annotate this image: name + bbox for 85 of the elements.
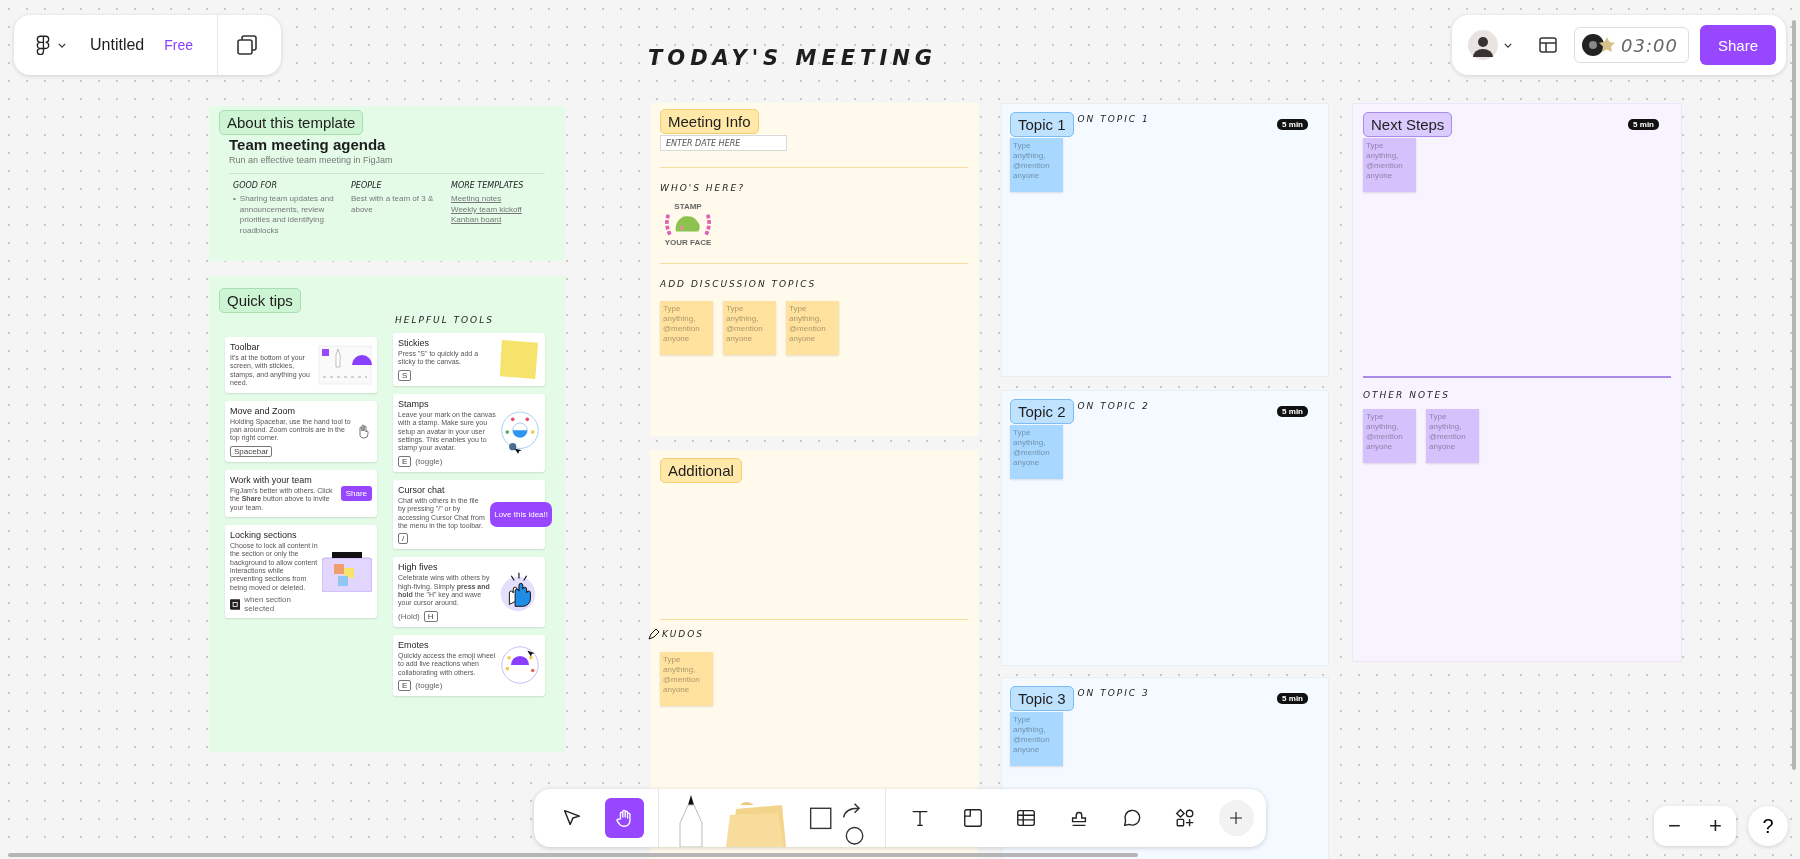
card-title: Stamps <box>398 398 429 409</box>
template-subtitle: Run an effective team meeting in FigJam <box>229 155 393 165</box>
time-badge: 5 min <box>1628 119 1659 130</box>
section-heading: ON TOPIC 1 <box>1077 114 1150 124</box>
share-button-drawing: Share <box>340 485 372 501</box>
shortcut-note: (toggle) <box>415 681 443 691</box>
section-label[interactable]: Additional <box>660 458 742 483</box>
stamp-wheel-drawing <box>500 409 540 456</box>
caret-icon[interactable] <box>58 42 66 48</box>
help-button[interactable]: ? <box>1748 806 1788 846</box>
key-cap: H <box>423 610 438 622</box>
locked-section-drawing <box>322 551 372 592</box>
card-title: Stickies <box>398 338 429 348</box>
zoom-out-button[interactable]: − <box>1662 813 1687 839</box>
section-heading: ON TOPIC 3 <box>1077 688 1150 698</box>
section-heading: ON TOPIC 2 <box>1077 401 1150 411</box>
card-title: Cursor chat <box>398 484 445 495</box>
bullet-marker: • <box>233 194 236 206</box>
time-badge: 5 min <box>1277 119 1308 130</box>
section-heading: WHO'S HERE? <box>660 183 745 193</box>
key-cap: S <box>398 369 412 381</box>
section-label[interactable]: About this template <box>219 110 364 135</box>
card-title: Work with your team <box>230 474 312 485</box>
time-badge: 5 min <box>1277 406 1308 417</box>
template-link[interactable]: Kanban board <box>451 215 551 226</box>
sticky-note-drawing <box>498 338 540 381</box>
key-cap: Spacebar <box>230 445 273 457</box>
section-label[interactable]: Topic 2 <box>1010 399 1074 424</box>
section-icon <box>961 807 984 829</box>
key-cap: E <box>398 680 412 692</box>
plus-tool[interactable] <box>1218 800 1254 836</box>
key-cap: E <box>398 455 412 467</box>
column-heading: PEOPLE <box>351 181 383 192</box>
card-title: Toolbar <box>230 342 260 352</box>
section-label[interactable]: Topic 1 <box>1010 112 1074 137</box>
shortcut-note: (Hold) <box>398 611 420 621</box>
sticker-text: YOUR FACE <box>664 239 712 247</box>
emote-wheel-drawing <box>500 645 540 686</box>
music-disc-icon <box>1581 33 1617 57</box>
vertical-scrollbar[interactable] <box>1792 20 1796 770</box>
bullet-text: Sharing team updates and announcements, review priorities and identifying roadblocks <box>239 194 335 236</box>
column-heading: HELPFUL TOOLS <box>395 315 495 325</box>
column-heading: GOOD FOR <box>233 181 278 192</box>
avatar[interactable] <box>1468 30 1498 60</box>
date-field[interactable]: ENTER DATE HERE <box>660 135 787 151</box>
template-link[interactable]: Meeting notes <box>451 194 551 205</box>
share-button[interactable]: Share <box>1699 25 1776 65</box>
hand-tool[interactable] <box>605 798 645 838</box>
card-title: Emotes <box>398 639 429 650</box>
pen-cursor-icon <box>648 628 660 640</box>
plan-label[interactable]: Free <box>164 37 194 53</box>
shortcut-note: (toggle) <box>415 456 443 466</box>
layout-icon[interactable] <box>1538 35 1558 55</box>
column-heading: MORE TEMPLATES <box>451 181 525 192</box>
zoom-in-button[interactable]: + <box>1703 813 1728 839</box>
chat-bubble: Love this idea!! <box>490 502 552 527</box>
card-title: Locking sections <box>230 529 297 540</box>
shortcut-note: when section selected <box>244 595 292 614</box>
section-label[interactable]: Quick tips <box>219 288 301 313</box>
section-heading: ADD DISCUSSION TOPICS <box>660 279 817 289</box>
timer-time: 03:00 <box>1621 34 1678 56</box>
pages-icon[interactable] <box>236 34 259 56</box>
sticker-text: STAMP <box>674 203 702 211</box>
hand-icon <box>356 423 372 440</box>
section-heading: KUDOS <box>662 629 705 639</box>
card-title: High fives <box>398 562 438 573</box>
template-title: Team meeting agenda <box>229 136 386 153</box>
table-icon <box>1014 807 1037 829</box>
section-label[interactable]: Topic 3 <box>1010 686 1074 711</box>
horizontal-scrollbar[interactable] <box>8 853 1138 857</box>
timer-control[interactable]: 03:00 <box>1574 27 1689 63</box>
section-label[interactable]: Next Steps <box>1363 112 1453 137</box>
lock-key-icon <box>230 598 241 610</box>
logo-icon[interactable] <box>36 35 50 55</box>
board-title: TODAY'S MEETING <box>648 46 938 70</box>
template-link[interactable]: Weekly team kickoff <box>451 204 551 216</box>
people-text: Best with a team of 3 & above <box>351 194 435 216</box>
card-title: Move and Zoom <box>230 405 296 416</box>
file-name[interactable]: Untitled <box>90 36 145 54</box>
section-label[interactable]: Meeting Info <box>660 109 759 134</box>
key-cap: / <box>398 533 409 545</box>
toolbar-drawing <box>318 344 372 385</box>
caret-icon[interactable] <box>1504 42 1512 48</box>
time-badge: 5 min <box>1277 693 1308 704</box>
section-heading: OTHER NOTES <box>1363 390 1450 400</box>
